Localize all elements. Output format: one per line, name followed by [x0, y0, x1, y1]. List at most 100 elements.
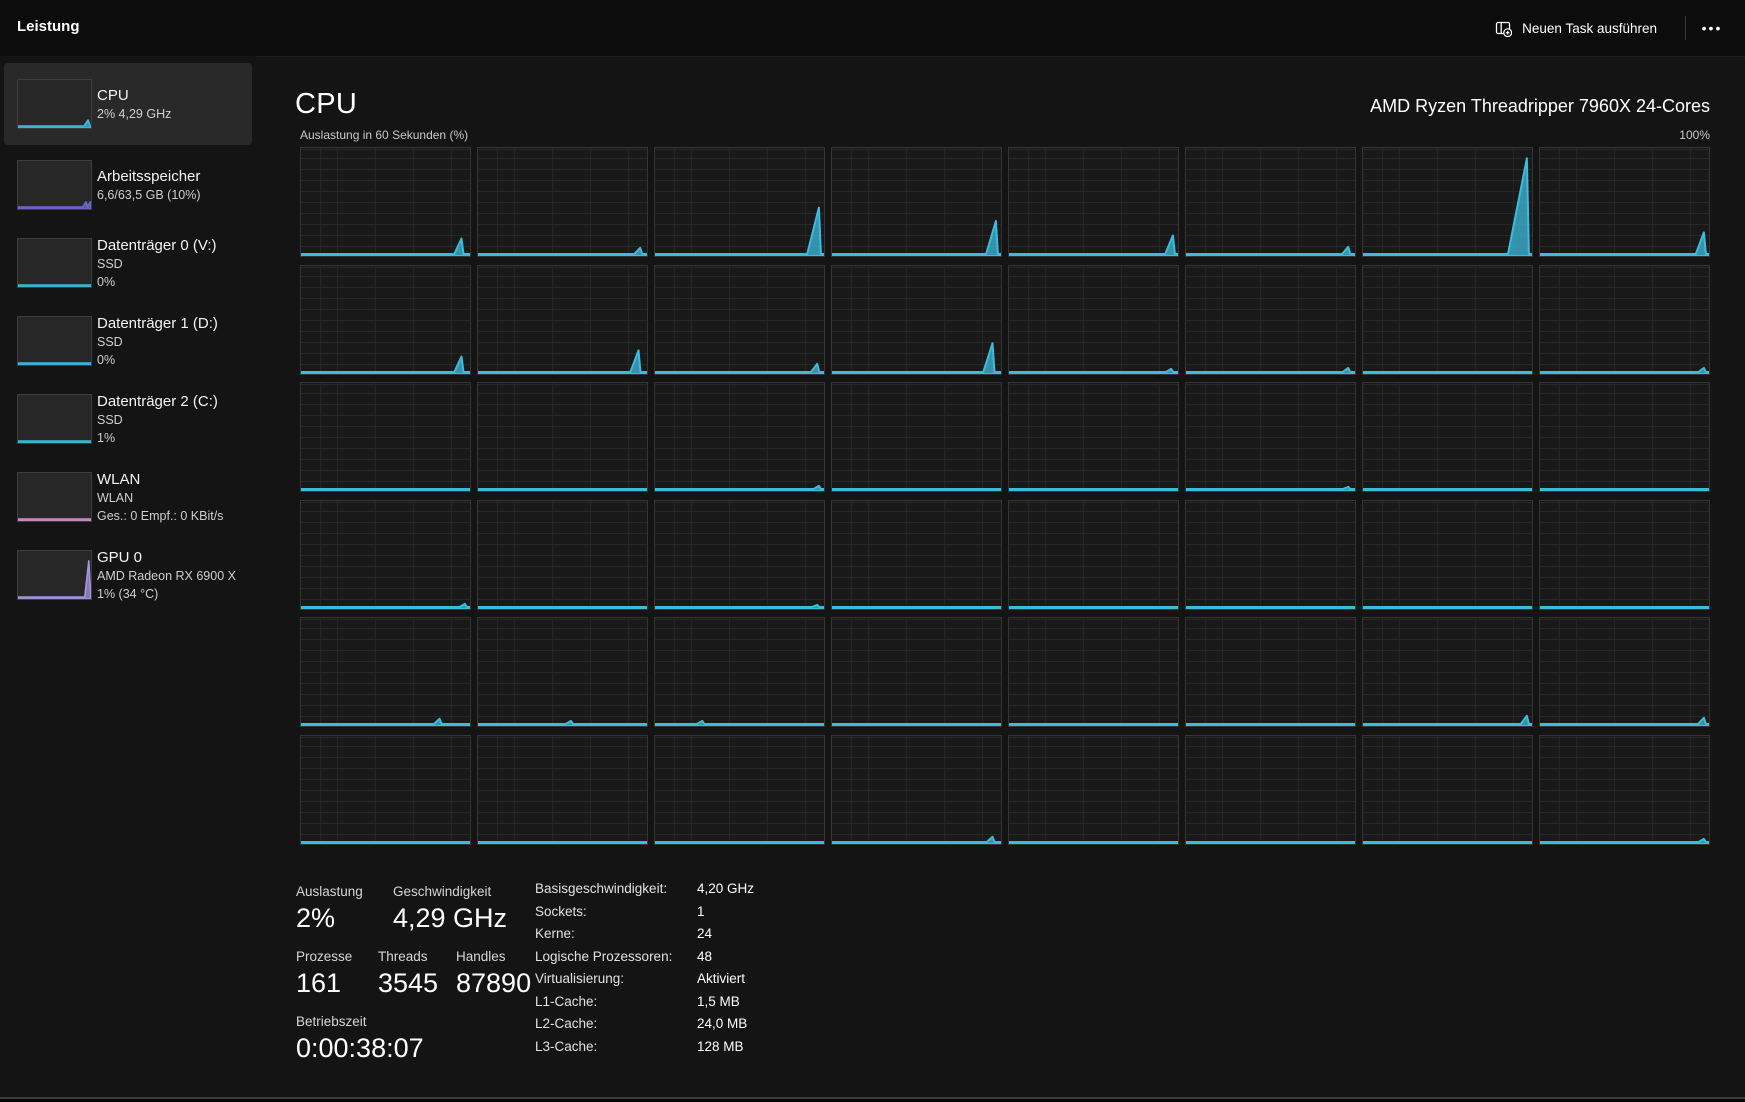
core-graph [654, 264, 825, 375]
sidebar-item-memory[interactable]: Arbeitsspeicher 6,6/63,5 GB (10%) [4, 146, 252, 224]
sidebar-item-sub2: 0% [97, 274, 116, 289]
core-graph [477, 147, 648, 257]
core-graph [1185, 147, 1356, 257]
sidebar-item-title: Datenträger 1 (D:) [97, 314, 218, 332]
core-graph [1362, 499, 1533, 610]
sidebar-item-sub2: 1% [97, 430, 116, 445]
cpu-detail-list: Basisgeschwindigkeit: 4,20 GHz Sockets: … [535, 881, 754, 1061]
stat-value: 87890 [456, 968, 532, 998]
stat-uptime: Betriebszeit 0:00:38:07 [296, 1013, 424, 1064]
core-graph [1362, 382, 1533, 492]
window-bottom-edge [0, 1097, 1745, 1099]
core-graph [654, 499, 825, 610]
more-options-button[interactable]: ••• [1693, 14, 1731, 42]
core-graph [300, 147, 471, 257]
detail-row-l3-cache: L3-Cache: 128 MB [535, 1038, 744, 1054]
sidebar-item-sub: AMD Radeon RX 6900 X [97, 568, 236, 583]
sidebar-item-sub2: 1% (34 °C) [97, 586, 159, 601]
core-graph [477, 499, 648, 610]
graph-max-label: 100% [1679, 128, 1710, 142]
core-graph [1008, 382, 1179, 492]
core-graph [831, 617, 1002, 727]
core-graph [1185, 617, 1356, 727]
detail-row-cores: Kerne: 24 [535, 926, 713, 941]
sidebar-item-gpu[interactable]: GPU 0 AMD Radeon RX 6900 X 1% (34 °C) [4, 536, 252, 614]
core-graph [1539, 147, 1710, 257]
stat-threads: Threads 3545 [378, 948, 438, 999]
detail-row-sockets: Sockets: 1 [535, 903, 705, 919]
memory-mini-graph [17, 160, 92, 210]
stat-handles: Handles 87890 [456, 948, 531, 999]
core-graph [1362, 264, 1533, 375]
core-graph [1362, 617, 1533, 727]
core-graph [654, 617, 825, 727]
wlan-mini-graph [17, 472, 92, 522]
core-graph [300, 734, 471, 845]
core-graph [1008, 617, 1179, 727]
core-graph [1539, 382, 1710, 492]
core-graph [1539, 264, 1710, 375]
detail-row-l1-cache: L1-Cache: 1,5 MB [535, 993, 740, 1009]
stat-value: 4,29 GHz [393, 903, 508, 933]
detail-row-l2-cache: L2-Cache: 24,0 MB [535, 1016, 748, 1031]
stat-label: Prozesse [296, 949, 353, 964]
core-graph [1008, 147, 1179, 257]
sidebar-item-title: Arbeitsspeicher [97, 167, 201, 185]
sidebar-item-cpu[interactable]: CPU 2% 4,29 GHz [4, 63, 252, 145]
core-graph [1539, 617, 1710, 727]
sidebar-item-disk0[interactable]: Datenträger 0 (V:) SSD 0% [4, 224, 252, 302]
sidebar-item-sub2: Ges.: 0 Empf.: 0 KBit/s [97, 508, 224, 523]
stat-processes: Prozesse 161 [296, 948, 352, 999]
core-graph [1185, 382, 1356, 492]
sidebar-item-disk2[interactable]: Datenträger 2 (C:) SSD 1% [4, 380, 252, 458]
disk0-mini-graph [17, 238, 92, 288]
core-graph [300, 382, 471, 492]
stat-label: Auslastung [296, 884, 363, 899]
core-graph [1185, 499, 1356, 610]
core-graph [831, 734, 1002, 845]
sidebar-item-title: CPU [97, 86, 129, 104]
new-task-label: Neuen Task ausführen [1522, 20, 1657, 36]
core-graph [1185, 734, 1356, 845]
sidebar-item-title: WLAN [97, 470, 141, 488]
new-task-button[interactable]: Neuen Task ausführen [1483, 11, 1669, 45]
sidebar-item-sub: SSD [97, 256, 123, 271]
core-graph [1008, 264, 1179, 375]
sidebar-item-wlan[interactable]: WLAN WLAN Ges.: 0 Empf.: 0 KBit/s [4, 458, 252, 536]
sidebar-item-sub: SSD [97, 334, 123, 349]
core-graph [831, 264, 1002, 375]
graph-caption: Auslastung in 60 Sekunden (%) [300, 128, 469, 142]
sidebar-item-sub: 6,6/63,5 GB (10%) [97, 187, 201, 202]
cpu-model-name: AMD Ryzen Threadripper 7960X 24-Cores [1370, 96, 1710, 116]
disk1-mini-graph [17, 316, 92, 366]
core-graph [654, 734, 825, 845]
core-graph [477, 382, 648, 492]
topbar-divider [1685, 16, 1686, 40]
logical-processor-grid [300, 147, 1710, 845]
core-graph [654, 382, 825, 492]
core-graph [1539, 499, 1710, 610]
stat-value: 3545 [378, 968, 439, 998]
sidebar-item-title: Datenträger 2 (C:) [97, 392, 218, 410]
task-manager-window: { "topbar": { "title": "Leistung", "new_… [0, 0, 1745, 1102]
stat-label: Threads [378, 949, 428, 964]
core-graph [300, 617, 471, 727]
performance-sidebar: CPU 2% 4,29 GHz Arbeitsspeicher 6,6/63,5… [0, 56, 256, 1102]
ellipsis-icon: ••• [1701, 20, 1723, 36]
gpu-mini-graph [17, 550, 92, 600]
core-graph [1362, 734, 1533, 845]
stat-value: 161 [296, 968, 342, 998]
new-task-icon [1495, 20, 1513, 37]
sidebar-item-sub: 2% 4,29 GHz [97, 106, 172, 121]
cpu-mini-graph [17, 79, 92, 129]
detail-row-virtualization: Virtualisierung: Aktiviert [535, 971, 746, 986]
core-graph [477, 617, 648, 727]
detail-row-base-speed: Basisgeschwindigkeit: 4,20 GHz [535, 881, 755, 896]
cpu-page-title: CPU [295, 88, 358, 120]
core-graph [831, 382, 1002, 492]
detail-row-logical-processors: Logische Prozessoren: 48 [535, 948, 713, 964]
core-graph [300, 499, 471, 610]
stat-value: 2% [296, 903, 336, 933]
sidebar-item-disk1[interactable]: Datenträger 1 (D:) SSD 0% [4, 302, 252, 380]
core-graph [477, 734, 648, 845]
